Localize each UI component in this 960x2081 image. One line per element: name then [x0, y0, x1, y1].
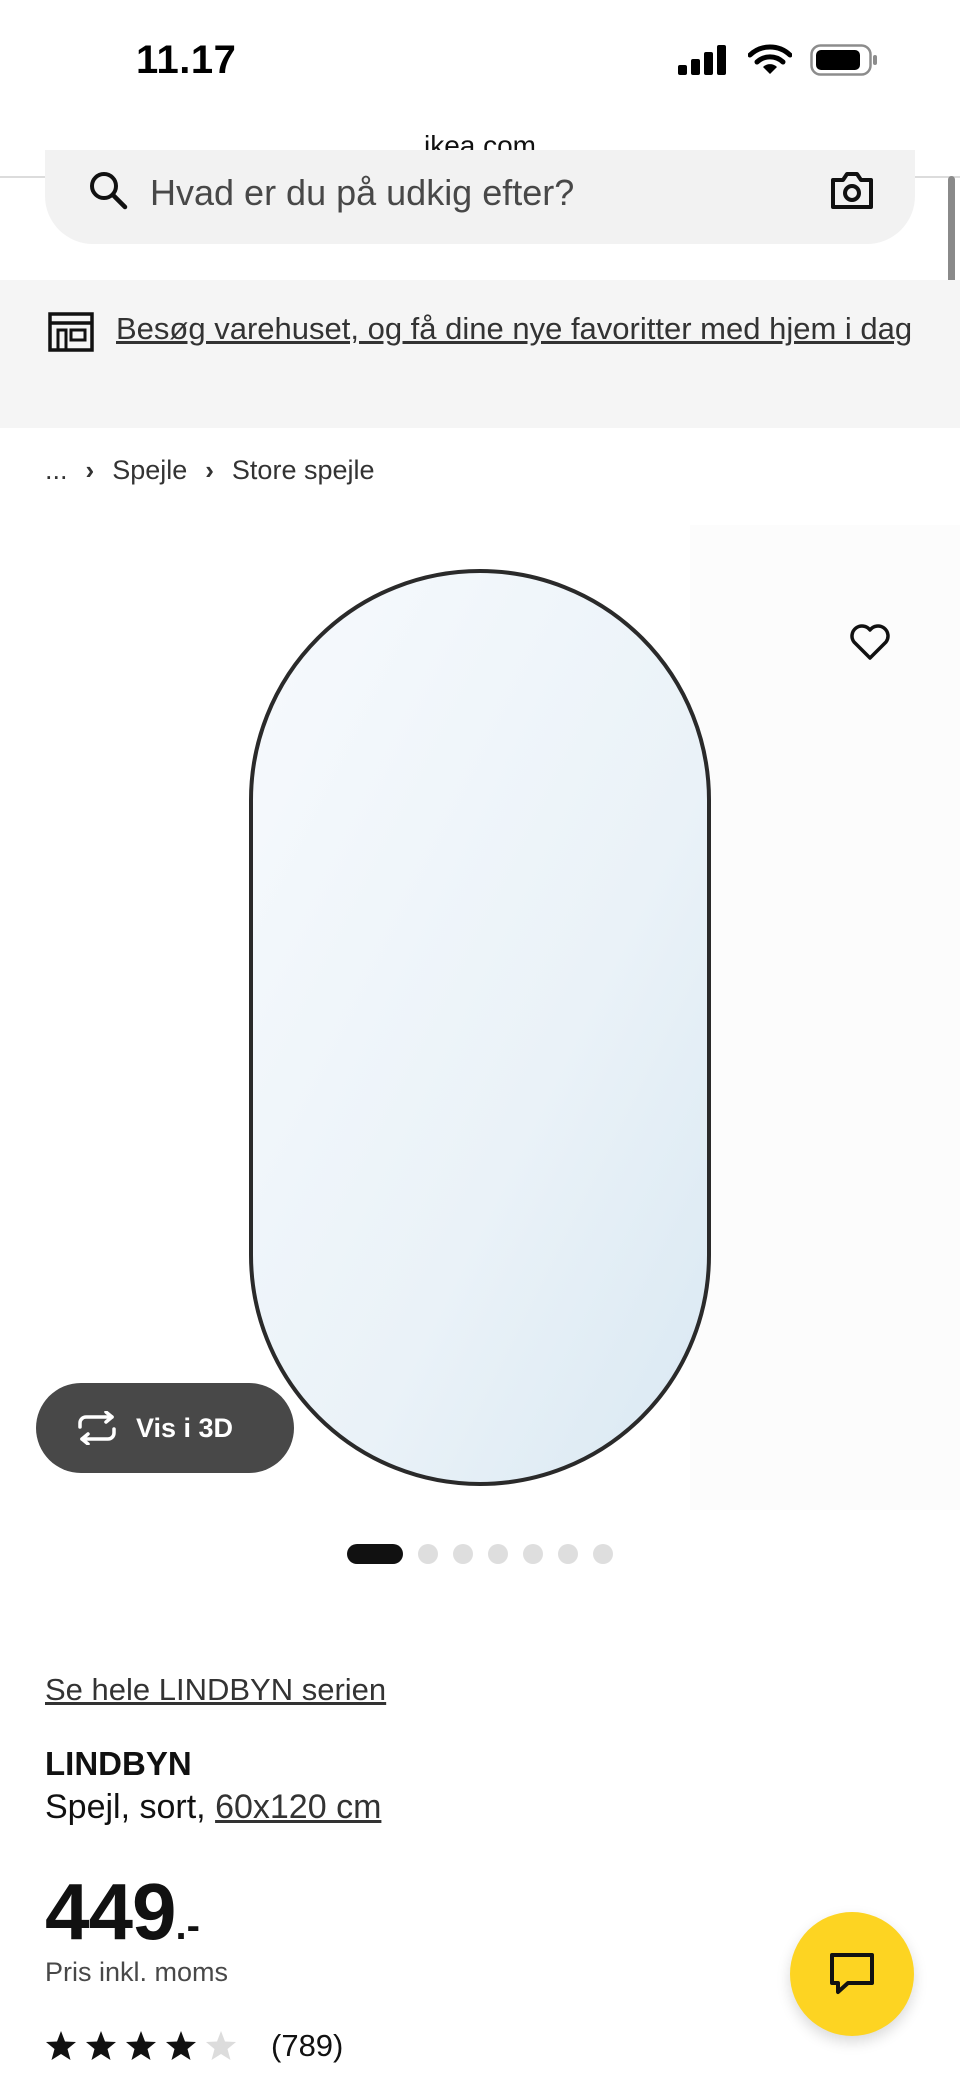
price-value: 449 [45, 1867, 176, 1956]
breadcrumb-item-store-spejle[interactable]: Store spejle [232, 455, 375, 486]
gallery-dot[interactable] [558, 1544, 578, 1564]
product-name: LINDBYN [45, 1745, 192, 1782]
breadcrumb: ... › Spejle › Store spejle [45, 455, 375, 486]
size-link[interactable]: 60x120 cm [215, 1788, 381, 1826]
product-description: Spejl, sort, 60x120 cm [45, 1788, 381, 1827]
signal-icon [678, 45, 726, 75]
series-link[interactable]: Se hele LINDBYN serien [45, 1672, 386, 1708]
rating-stars [46, 2031, 236, 2060]
product-rating[interactable]: (789) [45, 2028, 343, 2064]
favorite-button[interactable] [840, 612, 900, 672]
price-note: Pris inkl. moms [45, 1957, 229, 1987]
star-icon [46, 2031, 76, 2060]
search-icon[interactable] [88, 170, 128, 210]
battery-icon [810, 44, 877, 76]
view-3d-button[interactable]: Vis i 3D [36, 1383, 294, 1473]
star-icon [86, 2031, 116, 2060]
wifi-icon [748, 44, 792, 74]
camera-icon[interactable] [830, 170, 874, 210]
product-description-text: Spejl, sort, [45, 1788, 216, 1826]
gallery-dot[interactable] [418, 1544, 438, 1564]
gallery-dot[interactable] [488, 1544, 508, 1564]
star-icon [166, 2031, 196, 2060]
chevron-right-icon: › [205, 455, 214, 485]
chat-icon [830, 1953, 874, 1994]
product-image [0, 525, 960, 1510]
gallery-dot[interactable] [523, 1544, 543, 1564]
breadcrumb-item-spejle[interactable]: Spejle [112, 455, 187, 486]
price-suffix: .- [175, 1904, 200, 1948]
status-time: 11.17 [136, 38, 237, 82]
star-icon [126, 2031, 156, 2060]
product-price: 449 .- [45, 1866, 200, 1958]
product-gallery[interactable] [0, 525, 960, 1510]
status-icons [678, 44, 878, 76]
chat-button[interactable] [790, 1912, 914, 2036]
breadcrumb-ellipsis[interactable]: ... [45, 455, 68, 486]
star-icon [206, 2031, 236, 2060]
rating-count[interactable]: (789) [271, 2028, 343, 2064]
chevron-right-icon: › [85, 455, 95, 485]
search-input[interactable] [150, 165, 790, 221]
gallery-dot[interactable] [593, 1544, 613, 1564]
gallery-dot[interactable] [347, 1544, 403, 1564]
rotate-3d-icon [78, 1411, 116, 1445]
store-icon [48, 312, 94, 352]
store-banner [0, 280, 960, 428]
visit-store-link[interactable]: Besøg varehuset, og få dine nye favoritt… [116, 305, 916, 353]
gallery-pagination [0, 1544, 960, 1564]
heart-icon [850, 624, 890, 660]
gallery-dot[interactable] [453, 1544, 473, 1564]
view-3d-label: Vis i 3D [136, 1412, 234, 1443]
